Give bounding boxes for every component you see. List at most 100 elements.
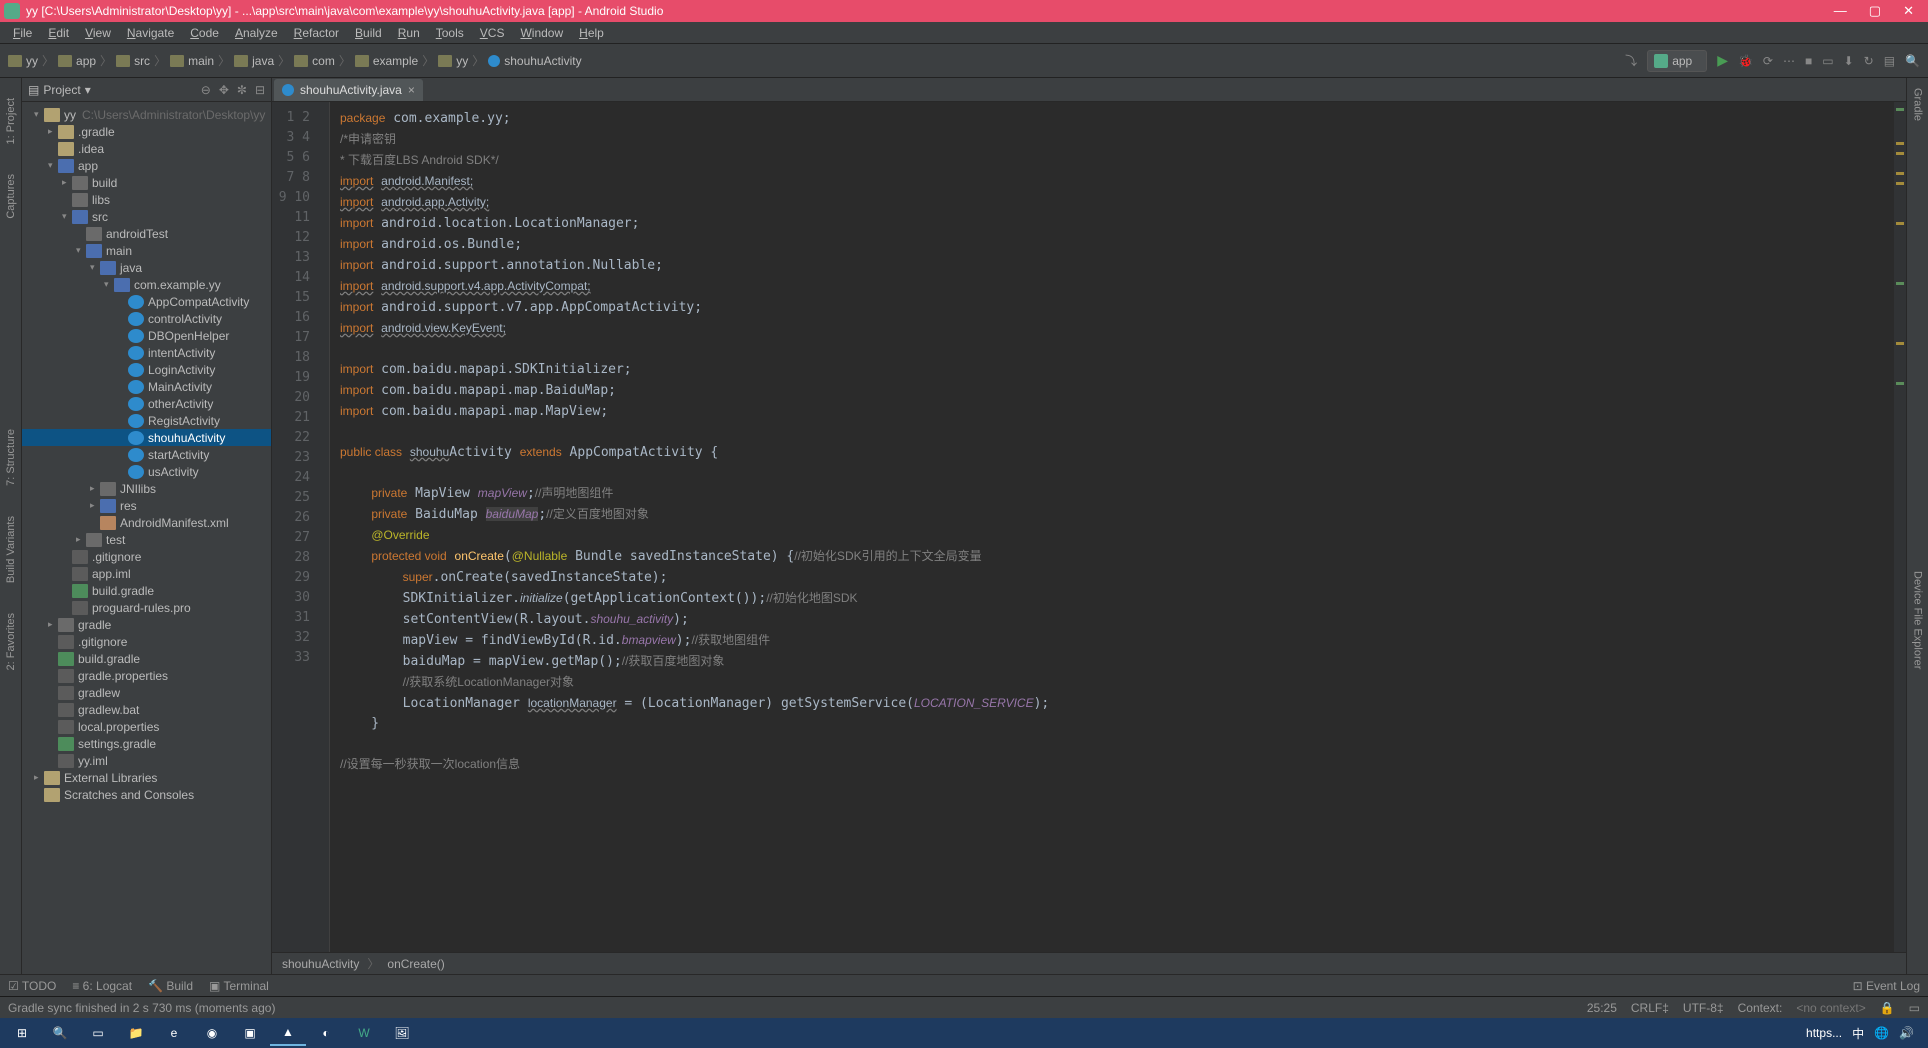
tree-settings-gradle[interactable]: settings.gradle [22,735,271,752]
menu-tools[interactable]: Tools [429,24,471,42]
close-tab-icon[interactable]: × [408,83,415,97]
profile-icon[interactable]: ⟳ [1763,54,1773,68]
memory-icon[interactable]: ▭ [1909,1001,1920,1015]
tree-src[interactable]: ▾src [22,208,271,225]
tree-proguard-rules-pro[interactable]: proguard-rules.pro [22,599,271,616]
project-tree[interactable]: ▾yyC:\Users\Administrator\Desktop\yy▸.gr… [22,102,271,974]
crumb-shouhuActivity[interactable]: shouhuActivity [488,54,581,68]
maximize-button[interactable]: ▢ [1869,3,1881,19]
tree-dbopenhelper[interactable]: DBOpenHelper [22,327,271,344]
lock-icon[interactable]: 🔒 [1880,1001,1895,1015]
run-config-combo[interactable]: app [1647,50,1707,72]
tree-scratches-and-consoles[interactable]: Scratches and Consoles [22,786,271,803]
menu-analyze[interactable]: Analyze [228,24,285,42]
tree-androidmanifest-xml[interactable]: AndroidManifest.xml [22,514,271,531]
tree-usactivity[interactable]: usActivity [22,463,271,480]
menu-view[interactable]: View [78,24,118,42]
sync-icon[interactable]: ↻ [1864,54,1874,68]
tree-res[interactable]: ▸res [22,497,271,514]
fold-gutter[interactable] [318,102,330,952]
tree-androidtest[interactable]: androidTest [22,225,271,242]
tree-app-iml[interactable]: app.iml [22,565,271,582]
tree-intentactivity[interactable]: intentActivity [22,344,271,361]
tree-java[interactable]: ▾java [22,259,271,276]
run-icon[interactable]: ▶ [1717,52,1728,69]
tree-controlactivity[interactable]: controlActivity [22,310,271,327]
tray-net[interactable]: 🌐 [1874,1026,1889,1040]
attach-icon[interactable]: ⋯ [1783,54,1795,68]
sdk-icon[interactable]: ⬇ [1844,54,1854,68]
tree-gradlew[interactable]: gradlew [22,684,271,701]
tree-yy-iml[interactable]: yy.iml [22,752,271,769]
context-label[interactable]: Context: [1738,1001,1783,1015]
menu-edit[interactable]: Edit [41,24,76,42]
menu-build[interactable]: Build [348,24,389,42]
crumb-main[interactable]: main [170,54,214,68]
tree-app[interactable]: ▾app [22,157,271,174]
tb-eclipse[interactable]: ◐ [308,1020,344,1046]
tree-com-example-yy[interactable]: ▾com.example.yy [22,276,271,293]
crumb-com[interactable]: com [294,54,335,68]
error-stripe[interactable] [1894,102,1906,952]
code-area[interactable]: package com.example.yy; /*申请密钥 * 下载百度LBS… [330,102,1894,952]
tree-build-gradle[interactable]: build.gradle [22,582,271,599]
tb-app1[interactable]: ▣ [232,1020,268,1046]
menu-navigate[interactable]: Navigate [120,24,181,42]
minimize-button[interactable]: — [1834,3,1847,19]
tb-edge[interactable]: e [156,1020,192,1046]
hide-icon[interactable]: ⊟ [255,83,265,97]
tree-test[interactable]: ▸test [22,531,271,548]
tool-project[interactable]: 1: Project [5,98,17,144]
tree-mainactivity[interactable]: MainActivity [22,378,271,395]
tree-jnilibs[interactable]: ▸JNIlibs [22,480,271,497]
close-button[interactable]: ✕ [1903,3,1914,19]
tree--gradle[interactable]: ▸.gradle [22,123,271,140]
crumb-src[interactable]: src [116,54,150,68]
tree-local-properties[interactable]: local.properties [22,718,271,735]
avd-icon[interactable]: ▭ [1822,54,1833,68]
tree-yy[interactable]: ▾yyC:\Users\Administrator\Desktop\yy [22,106,271,123]
tree-registactivity[interactable]: RegistActivity [22,412,271,429]
project-combo[interactable]: ▤ Project ▾ [28,83,91,97]
tool-logcat[interactable]: ≡ 6: Logcat [72,979,132,993]
tree-gradle-properties[interactable]: gradle.properties [22,667,271,684]
tree--idea[interactable]: .idea [22,140,271,157]
tree-external-libraries[interactable]: ▸External Libraries [22,769,271,786]
tb-chrome[interactable]: ◉ [194,1020,230,1046]
make-icon[interactable]: ⤵ [1625,52,1637,69]
tool-favorites[interactable]: 2: Favorites [5,613,17,670]
crumb-yy[interactable]: yy [8,54,38,68]
tool-device-explorer[interactable]: Device File Explorer [1912,571,1924,669]
tool-build-variants[interactable]: Build Variants [5,516,17,583]
caret-pos[interactable]: 25:25 [1587,1001,1617,1015]
bc-method[interactable]: onCreate() [387,957,444,971]
encoding[interactable]: UTF-8‡ [1683,1001,1724,1015]
tb-taskview[interactable]: ▭ [80,1020,116,1046]
editor-breadcrumb[interactable]: shouhuActivity 〉 onCreate() [272,952,1906,974]
tree--gitignore[interactable]: .gitignore [22,633,271,650]
tool-eventlog[interactable]: ⊡ Event Log [1853,979,1920,993]
menu-window[interactable]: Window [513,24,570,42]
tool-todo[interactable]: ☑ TODO [8,979,56,993]
structure-icon[interactable]: ▤ [1884,54,1895,68]
menu-refactor[interactable]: Refactor [287,24,346,42]
crumb-example[interactable]: example [355,54,418,68]
tray-ime[interactable]: 中 [1852,1025,1864,1042]
bc-class[interactable]: shouhuActivity [282,957,359,971]
tray-sound[interactable]: 🔊 [1899,1026,1914,1040]
menu-vcs[interactable]: VCS [473,24,512,42]
stop-icon[interactable]: ■ [1805,54,1812,68]
system-tray[interactable]: https... 中 🌐 🔊 [1806,1025,1924,1042]
tool-build[interactable]: 🔨 Build [148,979,193,993]
tree-build[interactable]: ▸build [22,174,271,191]
tree-gradlew-bat[interactable]: gradlew.bat [22,701,271,718]
collapse-icon[interactable]: ⊖ [201,83,211,97]
tb-search[interactable]: 🔍 [42,1020,78,1046]
crumb-app[interactable]: app [58,54,96,68]
tb-word[interactable]: W [346,1020,382,1046]
tree-build-gradle[interactable]: build.gradle [22,650,271,667]
tool-terminal[interactable]: ▣ Terminal [209,979,269,993]
tree-shouhuactivity[interactable]: shouhuActivity [22,429,271,446]
tool-captures[interactable]: Captures [5,174,17,219]
tree-appcompatactivity[interactable]: AppCompatActivity [22,293,271,310]
